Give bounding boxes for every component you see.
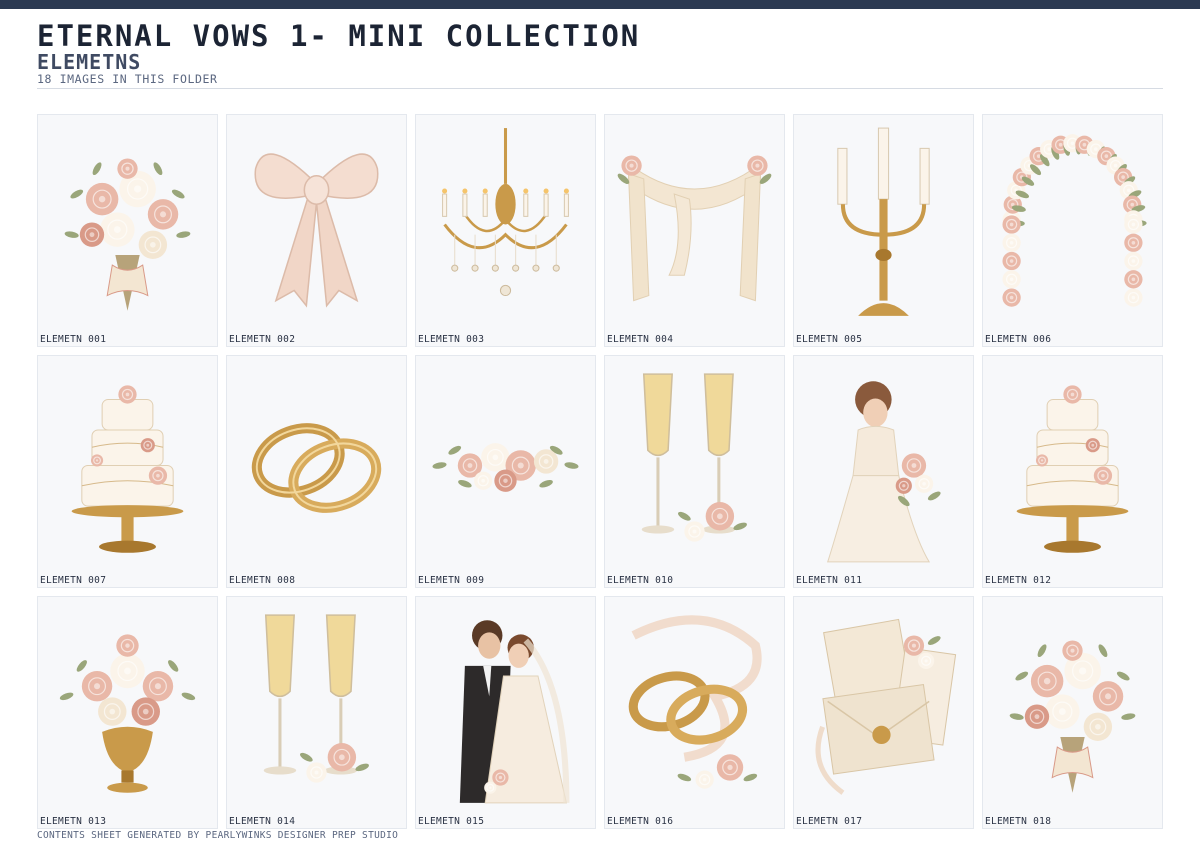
- champagne-icon: [235, 605, 398, 808]
- thumbnail-tile[interactable]: ELEMETN 006: [982, 114, 1163, 347]
- chandelier-icon: [424, 123, 587, 326]
- thumbnail-tile[interactable]: ELEMETN 003: [415, 114, 596, 347]
- candelabra-icon: [802, 123, 965, 326]
- thumbnail-label: ELEMETN 017: [796, 816, 863, 827]
- wedding-cake-icon: [991, 364, 1154, 567]
- wedding-cake-icon: [46, 364, 209, 567]
- floral-spray-icon: [424, 364, 587, 567]
- champagne-icon: [613, 364, 776, 567]
- couple-icon: [424, 605, 587, 808]
- floral-vase-icon: [46, 605, 209, 808]
- invitation-icon: [802, 605, 965, 808]
- thumbnail-label: ELEMETN 005: [796, 334, 863, 345]
- bouquet-icon: [991, 605, 1154, 808]
- thumbnail-label: ELEMETN 016: [607, 816, 674, 827]
- bouquet-icon: [46, 123, 209, 326]
- thumbnail-tile[interactable]: ELEMETN 010: [604, 355, 785, 588]
- thumbnail-tile[interactable]: ELEMETN 011: [793, 355, 974, 588]
- thumbnail-label: ELEMETN 002: [229, 334, 296, 345]
- thumbnail-label: ELEMETN 008: [229, 575, 296, 586]
- thumbnail-tile[interactable]: ELEMETN 016: [604, 596, 785, 829]
- thumbnail-label: ELEMETN 014: [229, 816, 296, 827]
- thumbnail-tile[interactable]: ELEMETN 012: [982, 355, 1163, 588]
- rings-icon: [235, 364, 398, 567]
- thumbnail-tile[interactable]: ELEMETN 018: [982, 596, 1163, 829]
- thumbnail-tile[interactable]: ELEMETN 005: [793, 114, 974, 347]
- thumbnail-tile[interactable]: ELEMETN 007: [37, 355, 218, 588]
- bride-icon: [802, 364, 965, 567]
- thumbnail-label: ELEMETN 013: [40, 816, 107, 827]
- image-grid: ELEMETN 001 ELEMETN 002 ELEMETN 003 ELEM…: [37, 114, 1163, 830]
- thumbnail-label: ELEMETN 003: [418, 334, 485, 345]
- thumbnail-label: ELEMETN 010: [607, 575, 674, 586]
- folder-name: ELEMETNS: [37, 50, 142, 74]
- thumbnail-label: ELEMETN 001: [40, 334, 107, 345]
- thumbnail-tile[interactable]: ELEMETN 014: [226, 596, 407, 829]
- top-bar: [0, 0, 1200, 9]
- thumbnail-label: ELEMETN 011: [796, 575, 863, 586]
- thumbnail-label: ELEMETN 007: [40, 575, 107, 586]
- thumbnail-tile[interactable]: ELEMETN 017: [793, 596, 974, 829]
- thumbnail-tile[interactable]: ELEMETN 013: [37, 596, 218, 829]
- header-divider: [37, 88, 1163, 89]
- floral-arch-icon: [991, 123, 1154, 326]
- bow-icon: [235, 123, 398, 326]
- thumbnail-label: ELEMETN 004: [607, 334, 674, 345]
- image-count: 18 IMAGES IN THIS FOLDER: [37, 72, 218, 86]
- thumbnail-label: ELEMETN 015: [418, 816, 485, 827]
- rings-ribbon-icon: [613, 605, 776, 808]
- thumbnail-tile[interactable]: ELEMETN 009: [415, 355, 596, 588]
- thumbnail-tile[interactable]: ELEMETN 008: [226, 355, 407, 588]
- thumbnail-tile[interactable]: ELEMETN 015: [415, 596, 596, 829]
- footer-note: CONTENTS SHEET GENERATED BY PEARLYWINKS …: [37, 830, 399, 841]
- thumbnail-tile[interactable]: ELEMETN 002: [226, 114, 407, 347]
- drape-icon: [613, 123, 776, 326]
- thumbnail-label: ELEMETN 012: [985, 575, 1052, 586]
- page-title: ETERNAL VOWS 1- MINI COLLECTION: [37, 19, 641, 53]
- thumbnail-label: ELEMETN 006: [985, 334, 1052, 345]
- thumbnail-tile[interactable]: ELEMETN 001: [37, 114, 218, 347]
- thumbnail-label: ELEMETN 009: [418, 575, 485, 586]
- page-header: ETERNAL VOWS 1- MINI COLLECTION ELEMETNS…: [37, 20, 1163, 86]
- thumbnail-tile[interactable]: ELEMETN 004: [604, 114, 785, 347]
- thumbnail-label: ELEMETN 018: [985, 816, 1052, 827]
